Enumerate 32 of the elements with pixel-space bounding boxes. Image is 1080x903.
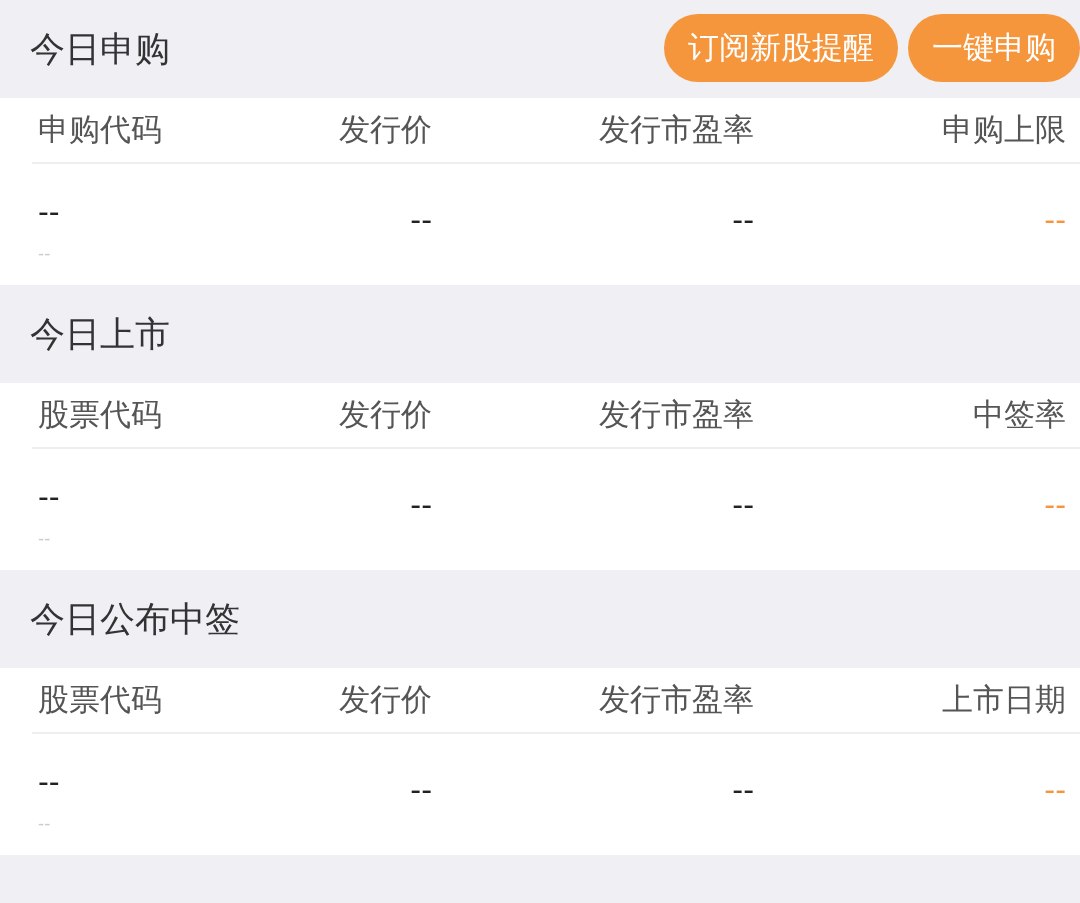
- table-cell-text: --: [38, 764, 61, 799]
- column-header: 发行价: [338, 680, 432, 719]
- table-cell: --: [732, 202, 754, 237]
- section-title: 今日申购: [30, 27, 170, 71]
- table-cell: --: [410, 202, 432, 237]
- column-header: 申购上限: [941, 110, 1066, 149]
- stock-name: --: [38, 243, 52, 263]
- table-cell-text: --: [38, 479, 61, 514]
- column-header: 发行市盈率: [598, 680, 754, 719]
- table-cell: --: [1044, 487, 1066, 522]
- column-header: 发行价: [338, 110, 432, 149]
- stock-name: --: [38, 813, 52, 833]
- section-title: 今日上市: [30, 312, 170, 356]
- column-header: 中签率: [972, 395, 1066, 434]
- table-cell: --: [732, 772, 754, 807]
- column-header: 股票代码: [37, 680, 163, 719]
- column-header: 股票代码: [37, 395, 163, 434]
- table-cell-text: --: [38, 194, 61, 229]
- table-cell: --: [410, 772, 432, 807]
- column-header: 申购代码: [37, 110, 163, 149]
- action-button[interactable]: 订阅新股提醒: [664, 14, 898, 82]
- section-title: 今日公布中签: [30, 597, 240, 641]
- column-header: 发行价: [338, 395, 432, 434]
- table-cell: --: [732, 487, 754, 522]
- table-cell: --: [1044, 772, 1066, 807]
- column-header: 发行市盈率: [598, 110, 754, 149]
- table-cell: --: [1044, 202, 1066, 237]
- column-header: 上市日期: [941, 680, 1066, 719]
- column-header: 发行市盈率: [598, 395, 754, 434]
- table-cell: --: [410, 487, 432, 522]
- action-button[interactable]: 一键申购: [908, 14, 1080, 82]
- stock-name: --: [38, 528, 52, 548]
